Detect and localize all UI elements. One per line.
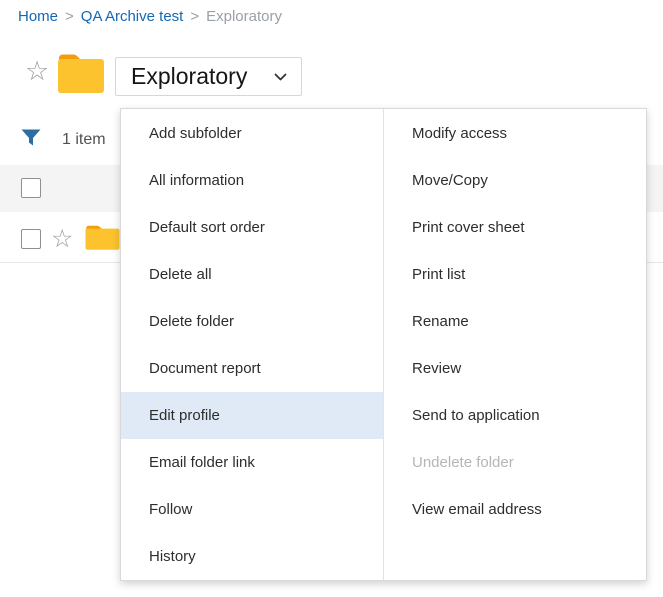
- row-star-icon[interactable]: ☆: [51, 227, 73, 252]
- menu-item-print-cover-sheet[interactable]: Print cover sheet: [384, 204, 646, 251]
- breadcrumb-current: Exploratory: [206, 8, 282, 25]
- chevron-down-icon: [274, 73, 287, 80]
- menu-item-delete-folder[interactable]: Delete folder: [121, 298, 383, 345]
- menu-item-review[interactable]: Review: [384, 345, 646, 392]
- menu-item-rename[interactable]: Rename: [384, 298, 646, 345]
- breadcrumb: Home > QA Archive test > Exploratory: [18, 8, 282, 25]
- menu-item-email-folder-link[interactable]: Email folder link: [121, 439, 383, 486]
- menu-item-document-report[interactable]: Document report: [121, 345, 383, 392]
- folder-actions-menu: Add subfolder All information Default so…: [120, 108, 647, 581]
- folder-title: Exploratory: [131, 63, 248, 89]
- menu-item-default-sort-order[interactable]: Default sort order: [121, 204, 383, 251]
- item-count: 1 item: [62, 131, 106, 148]
- folder-icon: [58, 54, 104, 93]
- menu-item-edit-profile[interactable]: Edit profile: [121, 392, 383, 439]
- page: Home > QA Archive test > Exploratory ☆ E…: [0, 0, 663, 597]
- menu-item-modify-access[interactable]: Modify access: [384, 110, 646, 157]
- row-folder-icon: [85, 225, 120, 250]
- breadcrumb-link-qa-archive-test[interactable]: QA Archive test: [81, 8, 184, 25]
- menu-item-undelete-folder: Undelete folder: [412, 454, 514, 471]
- favorite-star-icon[interactable]: ☆: [25, 58, 49, 85]
- menu-item-follow[interactable]: Follow: [121, 486, 383, 533]
- menu-column-left: Add subfolder All information Default so…: [121, 109, 384, 580]
- folder-title-dropdown[interactable]: Exploratory: [115, 57, 302, 96]
- select-all-checkbox[interactable]: [21, 178, 41, 198]
- menu-item-print-list[interactable]: Print list: [384, 251, 646, 298]
- breadcrumb-separator: >: [190, 8, 200, 25]
- menu-item-add-subfolder[interactable]: Add subfolder: [121, 110, 383, 157]
- breadcrumb-link-home[interactable]: Home: [18, 8, 58, 25]
- breadcrumb-separator: >: [65, 8, 74, 25]
- filter-icon[interactable]: [21, 129, 41, 146]
- row-checkbox[interactable]: [21, 229, 41, 249]
- menu-item-delete-all[interactable]: Delete all: [121, 251, 383, 298]
- menu-item-view-email-address[interactable]: View email address: [384, 486, 646, 533]
- menu-item-send-to-application[interactable]: Send to application: [384, 392, 646, 439]
- menu-item-all-information[interactable]: All information: [121, 157, 383, 204]
- menu-item-history[interactable]: History: [121, 533, 383, 580]
- menu-item-move-copy[interactable]: Move/Copy: [384, 157, 646, 204]
- menu-column-right: Modify access Move/Copy Print cover shee…: [384, 109, 646, 580]
